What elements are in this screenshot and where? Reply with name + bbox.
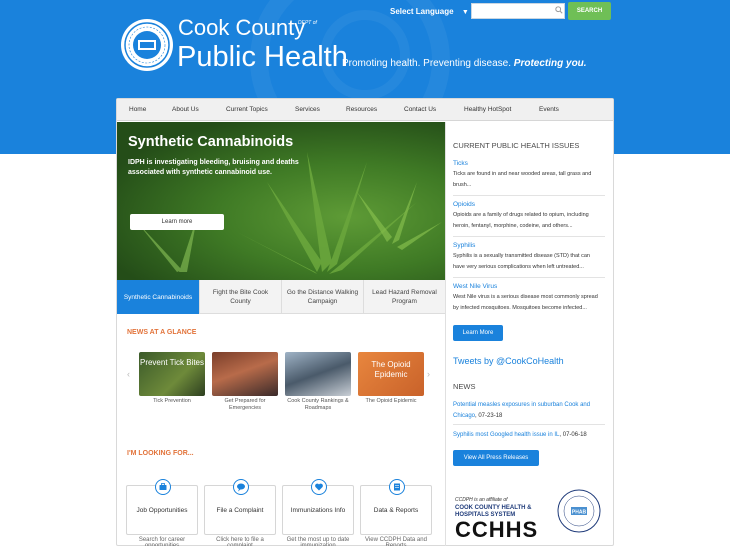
file-complaint-box[interactable]: File a Complaint <box>204 479 276 535</box>
search-button[interactable]: SEARCH <box>568 2 611 20</box>
nav-events[interactable]: Events <box>539 99 559 121</box>
issues-title: CURRENT PUBLIC HEALTH ISSUES <box>453 141 580 150</box>
main-nav: Home About Us Current Topics Services Re… <box>117 99 613 121</box>
nav-contact-us[interactable]: Contact Us <box>404 99 436 121</box>
nav-services[interactable]: Services <box>295 99 320 121</box>
box-subtitle: Click here to file a complaint <box>216 537 264 546</box>
box-subtitle: Get the most up to date immunization <box>286 537 350 546</box>
news-item-link[interactable]: Syphilis most Googled health issue in IL <box>453 432 559 438</box>
search-icon[interactable] <box>555 6 563 14</box>
issue-description: Syphilis is a sexually transmitted disea… <box>453 253 590 270</box>
divider <box>453 424 605 425</box>
news-thumb-rankings[interactable] <box>285 352 351 396</box>
box-subtitle: View CCDPH Data and Reports <box>365 537 427 546</box>
briefcase-icon <box>155 479 171 495</box>
issue-link-ticks[interactable]: Ticks <box>453 160 468 167</box>
nav-resources[interactable]: Resources <box>346 99 377 121</box>
tagline-emphasis: Protecting you. <box>513 58 587 69</box>
chat-bubble-icon <box>233 479 249 495</box>
issue-description: Opioids are a family of drugs related to… <box>453 212 589 229</box>
issues-learn-more-button[interactable]: Learn More <box>453 325 503 341</box>
tweets-link[interactable]: Tweets by @CookCoHealth <box>453 356 564 366</box>
box-title: Immunizations Info <box>290 507 346 514</box>
box-title: Data & Reports <box>373 507 419 514</box>
data-reports-box[interactable]: Data & Reports <box>360 479 432 535</box>
hero-description: IDPH is investigating bleeding, bruising… <box>128 159 299 176</box>
hero-title: Synthetic Cannabinoids <box>128 134 294 150</box>
immunizations-box[interactable]: Immunizations Info <box>282 479 354 535</box>
chevron-left-icon[interactable]: ‹ <box>127 369 130 379</box>
hero-slide[interactable]: Synthetic Cannabinoids IDPH is investiga… <box>117 122 445 280</box>
issue-link-opioids[interactable]: Opioids <box>453 201 475 208</box>
news-thumb-emergencies[interactable] <box>212 352 278 396</box>
issue-description: West Nile virus is a serious disease mos… <box>453 294 598 311</box>
news-item[interactable]: Syphilis most Googled health issue in IL… <box>453 430 603 441</box>
hero-tabs: Synthetic Cannabinoids Fight the Bite Co… <box>117 280 445 314</box>
tagline-text: Promoting health. Preventing disease. <box>342 58 511 69</box>
news-caption-opioid[interactable]: The Opioid Epidemic <box>355 398 427 405</box>
affiliate-abbreviation: CCHHS <box>455 517 539 542</box>
view-all-press-releases-button[interactable]: View All Press Releases <box>453 450 539 466</box>
main-card: Home About Us Current Topics Services Re… <box>116 98 614 546</box>
affiliate-note: CCDPH is an affiliate of <box>455 497 508 503</box>
divider <box>453 277 605 278</box>
phab-badge-text: PHAB <box>572 510 587 516</box>
logo-text-dept: DEPT of <box>298 20 317 26</box>
news-item-date: , 07-06-18 <box>559 432 587 438</box>
tab-go-the-distance[interactable]: Go the Distance Walking Campaign <box>282 280 364 314</box>
tagline: Promoting health. Preventing disease. Pr… <box>342 58 587 69</box>
news-thumb-opioid[interactable]: The Opioid Epidemic <box>358 352 424 396</box>
news-item[interactable]: Potential measles exposures in suburban … <box>453 400 603 422</box>
news-caption-rankings[interactable]: Cook County Rankings & Roadmaps <box>283 398 353 412</box>
logo-text-public-health[interactable]: Public Health <box>177 42 348 72</box>
news-thumb-overlay: Prevent Tick Bites <box>139 358 205 367</box>
nav-current-topics[interactable]: Current Topics <box>226 99 268 121</box>
chevron-right-icon[interactable]: › <box>427 369 430 379</box>
tab-synthetic-cannabinoids[interactable]: Synthetic Cannabinoids <box>117 280 200 314</box>
triangle-down-icon: ▼ <box>461 9 469 16</box>
news-item-link[interactable]: Potential measles exposures in suburban … <box>453 402 590 419</box>
search-input[interactable] <box>471 3 565 19</box>
tab-lead-hazard[interactable]: Lead Hazard Removal Program <box>364 280 445 314</box>
news-at-a-glance-title: NEWS AT A GLANCE <box>127 329 197 336</box>
news-caption-tick[interactable]: Tick Prevention <box>139 398 205 405</box>
heart-icon <box>311 479 327 495</box>
phab-accreditation-seal[interactable]: PHAB <box>557 489 601 533</box>
document-icon <box>389 479 405 495</box>
hero-learn-more-button[interactable]: Learn more <box>130 214 224 230</box>
issue-link-west-nile[interactable]: West Nile Virus <box>453 283 497 290</box>
box-title: File a Complaint <box>216 507 264 514</box>
im-looking-for-title: I'M LOOKING FOR... <box>127 450 194 457</box>
county-seal-logo[interactable] <box>120 18 174 72</box>
tab-fight-the-bite[interactable]: Fight the Bite Cook County <box>200 280 282 314</box>
news-caption-emergencies[interactable]: Get Prepared for Emergencies <box>212 398 278 412</box>
issue-link-syphilis[interactable]: Syphilis <box>453 242 475 249</box>
divider <box>453 195 605 196</box>
logo-text-cook-county[interactable]: Cook County <box>178 16 305 40</box>
nav-healthy-hotspot[interactable]: Healthy HotSpot <box>464 99 511 121</box>
cchhs-affiliate-logo[interactable]: CCDPH is an affiliate of COOK COUNTY HEA… <box>455 497 545 545</box>
news-thumb-overlay: The Opioid Epidemic <box>371 360 411 379</box>
news-title: NEWS <box>453 382 476 391</box>
language-label: Select Language <box>390 7 454 16</box>
divider <box>453 236 605 237</box>
box-subtitle: Search for career opportunities <box>138 537 186 546</box>
issue-description: Ticks are found in and near wooded areas… <box>453 171 592 188</box>
news-item-date: , 07-23-18 <box>475 413 503 419</box>
nav-about-us[interactable]: About Us <box>172 99 199 121</box>
column-divider <box>445 122 446 546</box>
news-thumb-tick[interactable]: Prevent Tick Bites <box>139 352 205 396</box>
nav-home[interactable]: Home <box>129 99 146 121</box>
language-selector[interactable]: Select Language ▼ <box>390 7 469 16</box>
job-opportunities-box[interactable]: Job Opportunities <box>126 479 198 535</box>
box-title: Job Opportunities <box>136 507 188 514</box>
